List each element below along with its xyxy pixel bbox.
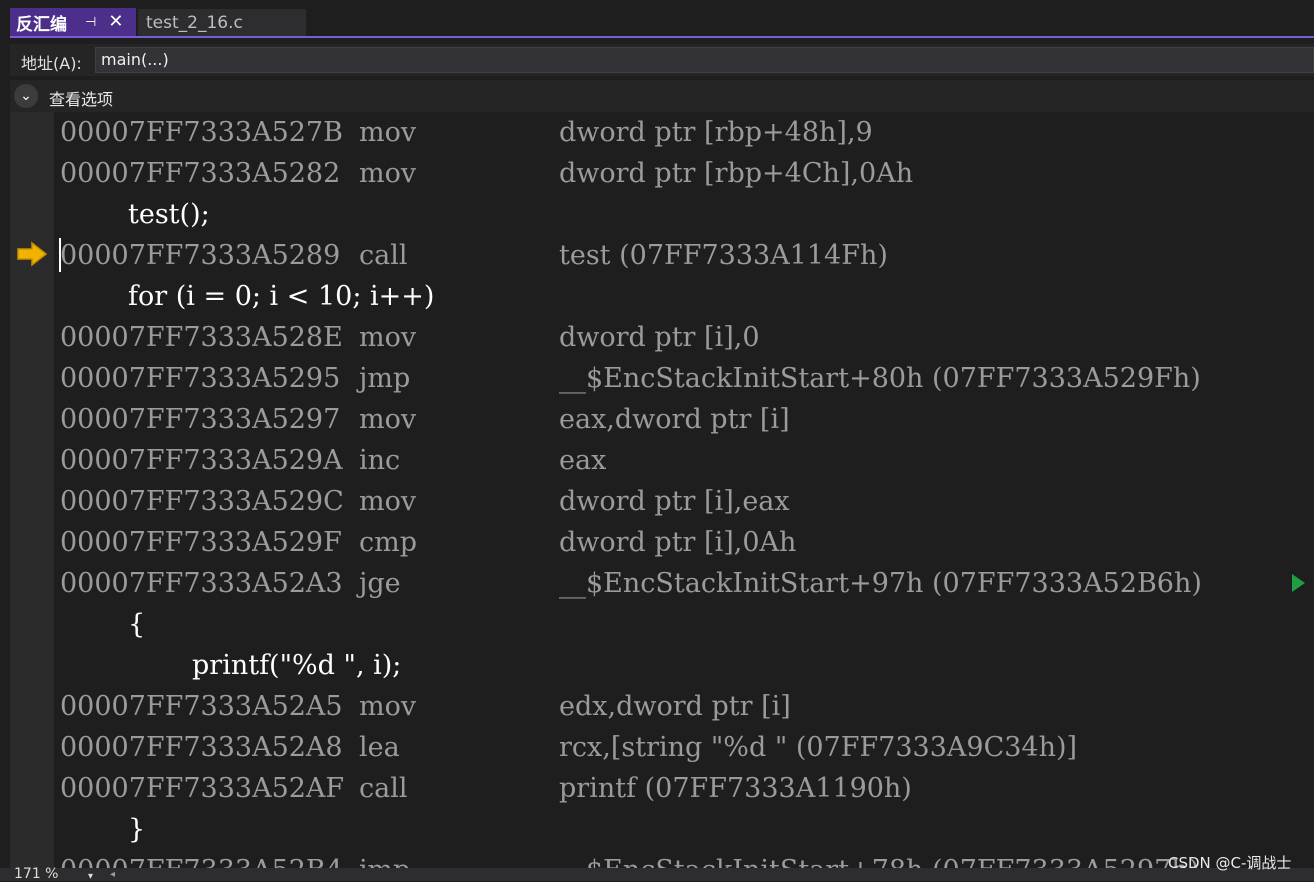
view-options-row[interactable]: ⌄ 查看选项 xyxy=(10,80,1314,112)
instruction-operands: dword ptr [i],eax xyxy=(559,486,790,517)
instruction-opcode: call xyxy=(359,240,408,271)
run-to-click-icon[interactable] xyxy=(1292,574,1305,592)
instruction-address: 00007FF7333A529C xyxy=(60,486,344,517)
instruction-operands: edx,dword ptr [i] xyxy=(559,691,791,722)
document-tab-strip: 反汇编 ⊣ ✕ test_2_16.c xyxy=(0,0,1314,38)
tab-accent-line xyxy=(10,36,1314,38)
watermark: CSDN @C-调战士 xyxy=(1168,854,1292,872)
instruction-opcode: jmp xyxy=(359,363,411,394)
status-bar xyxy=(0,868,1314,881)
instruction-operands: dword ptr [i],0 xyxy=(559,322,760,353)
instruction-address: 00007FF7333A528E xyxy=(60,322,343,353)
source-text: test(); xyxy=(128,199,210,230)
address-bar: 地址(A): main(...) xyxy=(10,44,1314,76)
instruction-address: 00007FF7333A52A3 xyxy=(60,568,343,599)
close-icon[interactable]: ✕ xyxy=(108,13,123,31)
tab-disassembly-title: 反汇编 xyxy=(16,14,67,35)
instruction-opcode: mov xyxy=(359,691,417,722)
pin-icon[interactable]: ⊣ xyxy=(85,15,96,30)
instruction-opcode: mov xyxy=(359,117,417,148)
instruction-opcode: mov xyxy=(359,486,417,517)
instruction-address: 00007FF7333A52A5 xyxy=(60,691,343,722)
source-text: printf("%d ", i); xyxy=(192,650,402,681)
instruction-operands: test (07FF7333A114Fh) xyxy=(559,240,888,271)
chevron-down-icon[interactable]: ⌄ xyxy=(14,84,38,108)
address-input[interactable]: main(...) xyxy=(95,47,1314,73)
instruction-address: 00007FF7333A529A xyxy=(60,445,343,476)
disassembly-listing[interactable]: 00007FF7333A527B mov dword ptr [rbp+48h],9… xyxy=(60,112,1314,868)
instruction-address: 00007FF7333A5295 xyxy=(60,363,341,394)
instruction-opcode: jge xyxy=(359,568,401,599)
instruction-opcode: call xyxy=(359,773,408,804)
instruction-address: 00007FF7333A529F xyxy=(60,527,342,558)
instruction-address: 00007FF7333A5289 xyxy=(60,240,341,271)
address-label: 地址(A): xyxy=(21,54,82,73)
instruction-operands: dword ptr [rbp+48h],9 xyxy=(559,117,873,148)
view-options-label: 查看选项 xyxy=(49,90,114,109)
instruction-operands: __$EncStackInitStart+97h (07FF7333A52B6h… xyxy=(559,568,1202,599)
instruction-operands: dword ptr [rbp+4Ch],0Ah xyxy=(559,158,914,189)
tab-disassembly[interactable]: 反汇编 ⊣ ✕ xyxy=(10,8,136,36)
instruction-address: 00007FF7333A5297 xyxy=(60,404,341,435)
zoom-level[interactable]: 171 % xyxy=(14,867,58,881)
tab-test-2-16-c[interactable]: test_2_16.c xyxy=(138,9,306,36)
instruction-operands: eax,dword ptr [i] xyxy=(559,404,790,435)
text-caret xyxy=(59,238,61,272)
instruction-operands: __$EncStackInitStart+80h (07FF7333A529Fh… xyxy=(559,363,1201,394)
instruction-address: 00007FF7333A52AF xyxy=(60,773,345,804)
instruction-operands: __$EncStackInitStart+78h (07FF7333A5297h… xyxy=(559,850,1199,868)
instruction-operands: eax xyxy=(559,445,607,476)
instruction-address: 00007FF7333A5282 xyxy=(60,158,341,189)
instruction-address: 00007FF7333A52B4 xyxy=(60,850,343,868)
instruction-opcode: jmp xyxy=(359,850,410,868)
instruction-opcode: cmp xyxy=(359,527,418,558)
instruction-address: 00007FF7333A527B xyxy=(60,117,343,148)
instruction-operands: rcx,[string "%d " (07FF7333A9C34h)] xyxy=(559,732,1078,763)
source-text: for (i = 0; i < 10; i++) xyxy=(128,281,435,312)
instruction-opcode: mov xyxy=(359,404,417,435)
scroll-left-icon[interactable]: ◂ xyxy=(110,870,115,880)
instruction-opcode: mov xyxy=(359,158,417,189)
instruction-opcode: lea xyxy=(359,732,400,763)
instruction-opcode: inc xyxy=(359,445,401,476)
tab-test-2-16-c-title: test_2_16.c xyxy=(146,12,243,33)
current-instruction-arrow-icon xyxy=(17,241,48,267)
source-text: } xyxy=(128,814,146,845)
instruction-operands: printf (07FF7333A1190h) xyxy=(559,773,912,804)
indicator-margin[interactable] xyxy=(10,112,54,868)
instruction-address: 00007FF7333A52A8 xyxy=(60,732,343,763)
instruction-operands: dword ptr [i],0Ah xyxy=(559,527,797,558)
instruction-opcode: mov xyxy=(359,322,417,353)
source-text: { xyxy=(128,609,146,640)
